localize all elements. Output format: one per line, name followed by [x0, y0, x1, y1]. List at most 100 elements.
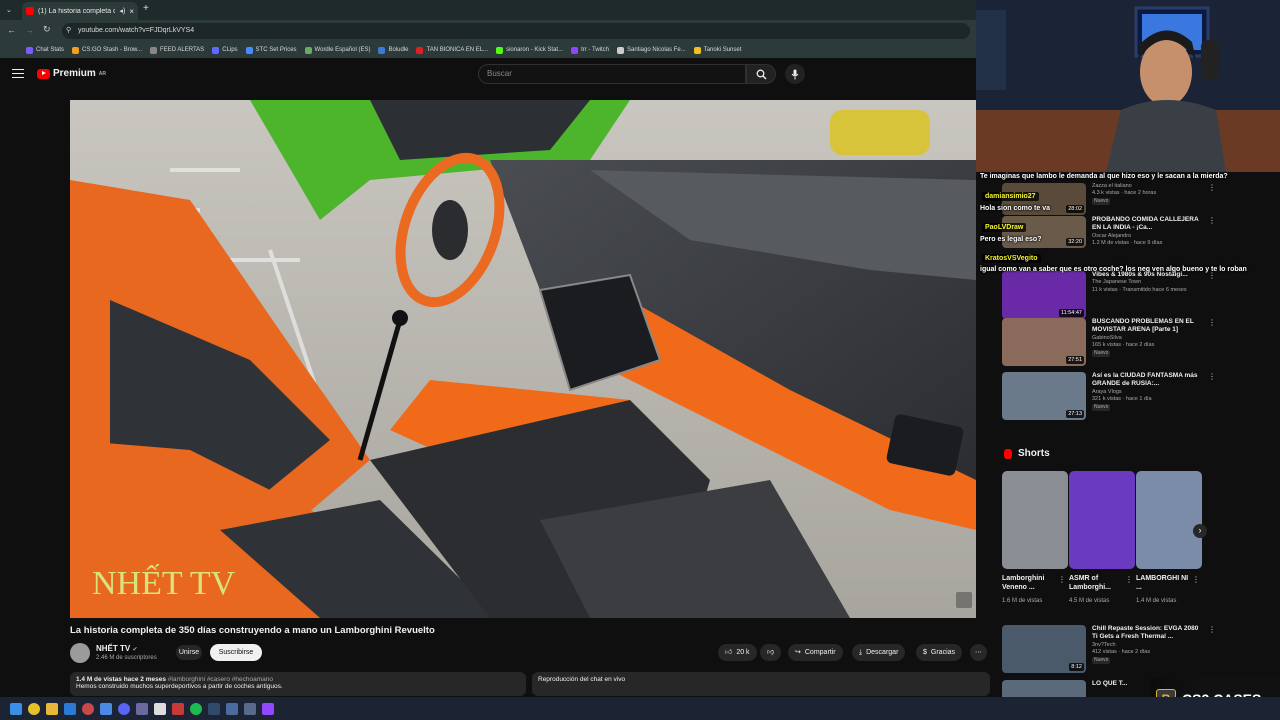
video-channel[interactable]: Oscar Alejandro [1092, 233, 1202, 240]
join-button[interactable]: Unirse [176, 645, 202, 660]
channel-name[interactable]: NHẾT TV ✔ [96, 644, 138, 653]
visual-studio-code-icon[interactable] [64, 702, 76, 715]
app-icon-5[interactable] [226, 702, 238, 715]
search-input[interactable]: Buscar [478, 64, 746, 84]
more-vertical-icon[interactable]: ⋮ [1208, 183, 1216, 215]
recommended-video[interactable]: 27:51 BUSCANDO PROBLEMAS EN EL MOVISTAR A… [1002, 318, 1216, 366]
video-channel[interactable]: The Japanese Town [1092, 279, 1202, 286]
short-title[interactable]: ASMR of Lamborghi... [1069, 574, 1125, 592]
shorts-next-button[interactable]: › [1193, 524, 1207, 538]
chrome-icon[interactable] [28, 702, 40, 715]
search-button[interactable] [746, 64, 776, 84]
description-box[interactable]: 1.4 M de vistas hace 2 meses #lamborghin… [70, 672, 526, 696]
bookmark-item[interactable]: Wordle Español (ES) [304, 46, 370, 54]
subscribe-button[interactable]: Suscribirse [210, 644, 262, 661]
more-vertical-icon[interactable]: ⋮ [1208, 372, 1216, 420]
hashtags[interactable]: #lamborghini #casero #hechoamano [168, 676, 273, 683]
tab-audio-icon[interactable]: ◂) [119, 7, 125, 15]
notion-icon[interactable] [154, 702, 166, 715]
video-stats: 412 vistas · hace 2 días [1092, 649, 1151, 656]
app-icon-6[interactable] [244, 702, 256, 715]
video-title[interactable]: PROBANDO COMIDA CALLEJERA EN LA INDIA - … [1092, 216, 1202, 233]
new-tab-button[interactable]: + [143, 3, 149, 14]
download-button[interactable]: ⤓ Descargar [852, 644, 906, 661]
tab-close-icon[interactable]: × [129, 7, 134, 16]
channel-avatar[interactable] [70, 643, 90, 663]
recommended-video[interactable]: 27:13 Así es la CIUDAD FANTASMA más GRAND… [1002, 372, 1216, 420]
bookmark-item[interactable]: Chat Stats [26, 46, 64, 54]
share-button[interactable]: ↪ Compartir [788, 644, 843, 661]
chat-message: Hola sion como te va [980, 205, 1051, 212]
windows-start-icon[interactable] [10, 702, 22, 715]
app-icon-4[interactable] [208, 702, 220, 715]
chat-message: Pero es legal eso? [980, 236, 1042, 243]
video-thumbnail[interactable]: 27:51 [1002, 318, 1086, 366]
video-player[interactable] [70, 100, 976, 618]
file-explorer-icon[interactable] [46, 702, 58, 715]
new-badge-wrap: Nuevo [1092, 656, 1202, 664]
player-corner-icon[interactable] [956, 592, 972, 608]
video-title[interactable]: Así es la CIUDAD FANTASMA más GRANDE de … [1092, 372, 1202, 389]
video-thumbnail[interactable]: 11:54:47 [1002, 271, 1086, 319]
video-thumbnail[interactable]: 27:13 [1002, 372, 1086, 420]
browser-tab-active[interactable]: (1) La historia completa de ◂) × [22, 2, 138, 20]
app-icon[interactable] [100, 702, 112, 715]
video-channel[interactable]: Araya Vlogs [1092, 389, 1202, 396]
more-vertical-icon[interactable]: ⋮ [1208, 625, 1216, 673]
url-bar[interactable]: youtube.com/watch?v=FJDqrLkVYS4 [62, 23, 970, 39]
recommended-video[interactable]: 32:20 PROBANDO COMIDA CALLEJERA EN LA IND… [1002, 216, 1216, 248]
video-channel[interactable]: 3nv?Tech [1092, 642, 1202, 649]
bookmark-item[interactable]: CS:GO Stash - Brow... [72, 46, 142, 54]
more-vertical-icon[interactable]: ⋮ [1208, 318, 1216, 366]
bookmark-item[interactable]: FEED ALERTAS [150, 46, 204, 54]
video-channel[interactable]: Zazza el italiano [1092, 183, 1202, 190]
more-actions-button[interactable]: ⋯ [970, 644, 987, 661]
back-icon[interactable]: ← [7, 25, 16, 35]
video-title[interactable]: BUSCANDO PROBLEMAS EN EL MOVISTAR ARENA … [1092, 318, 1202, 335]
bookmark-item[interactable]: Boludle [378, 46, 408, 54]
discord-icon[interactable] [118, 702, 130, 715]
video-thumbnail[interactable]: 32:20 [1002, 216, 1086, 248]
chat-replay-bar[interactable]: Reproducción del chat en vivo [532, 672, 990, 696]
forward-icon[interactable]: → [25, 25, 34, 35]
thanks-button[interactable]: $ Gracias [916, 644, 963, 661]
more-vertical-icon[interactable]: ⋮ [1208, 216, 1216, 248]
app-icon-2[interactable] [136, 702, 148, 715]
recommended-video[interactable]: 8:12 Chill Repaste Session: EVGA 2080 Ti … [1002, 625, 1216, 673]
short-title[interactable]: LAMBORGHI NI ... [1136, 574, 1192, 592]
reload-icon[interactable]: ↻ [43, 24, 51, 35]
video-title[interactable]: Chill Repaste Session: EVGA 2080 Ti Gets… [1092, 625, 1202, 642]
youtube-premium-logo[interactable]: Premium AR [37, 68, 106, 79]
browser-icon[interactable] [82, 702, 94, 715]
short-thumbnail[interactable] [1002, 471, 1068, 569]
short-title[interactable]: Lamborghini Veneno ... [1002, 574, 1058, 592]
bookmark-item[interactable]: Santiago Nicolas Fe... [616, 46, 686, 54]
bookmark-item[interactable]: CLips [212, 46, 238, 54]
hamburger-menu-icon[interactable] [12, 69, 24, 78]
like-button[interactable]: 👍︎ 20 k [718, 644, 757, 661]
short-thumbnail[interactable] [1136, 471, 1202, 569]
video-channel[interactable]: GabinoSilva [1092, 335, 1202, 342]
spotify-icon[interactable] [190, 702, 202, 715]
logo-text: Premium [53, 68, 96, 79]
bookmark-item[interactable]: TAN BIONICA EN EL... [416, 46, 488, 54]
video-thumbnail[interactable]: 8:12 [1002, 625, 1086, 673]
more-vertical-icon[interactable]: ⋮ [1058, 575, 1066, 584]
recommended-video[interactable]: 11:54:47 Vibes & 1980s & 90s Nostalgi... T… [1002, 271, 1216, 319]
twitch-icon[interactable] [262, 702, 274, 715]
site-info-icon[interactable]: ⚲ [66, 26, 71, 34]
bookmark-item[interactable]: sionaron - Kick Stat... [496, 46, 563, 54]
bookmark-favicon-icon [496, 46, 504, 54]
tab-list-button[interactable]: ⌄ [6, 6, 12, 14]
more-vertical-icon[interactable]: ⋮ [1125, 575, 1133, 584]
more-vertical-icon[interactable]: ⋮ [1208, 271, 1216, 319]
short-thumbnail[interactable] [1069, 471, 1135, 569]
bookmark-item[interactable]: STC Set Prices [245, 46, 297, 54]
app-icon-3[interactable] [172, 702, 184, 715]
dislike-button[interactable]: 👎︎ [760, 644, 782, 661]
more-vertical-icon[interactable]: ⋮ [1192, 575, 1200, 584]
bookmark-item[interactable]: trr - Twitch [571, 46, 609, 54]
bookmark-item[interactable]: Tanoki Sunset [693, 46, 741, 54]
voice-search-button[interactable] [785, 64, 805, 84]
video-info: Así es la CIUDAD FANTASMA más GRANDE de … [1092, 372, 1202, 420]
